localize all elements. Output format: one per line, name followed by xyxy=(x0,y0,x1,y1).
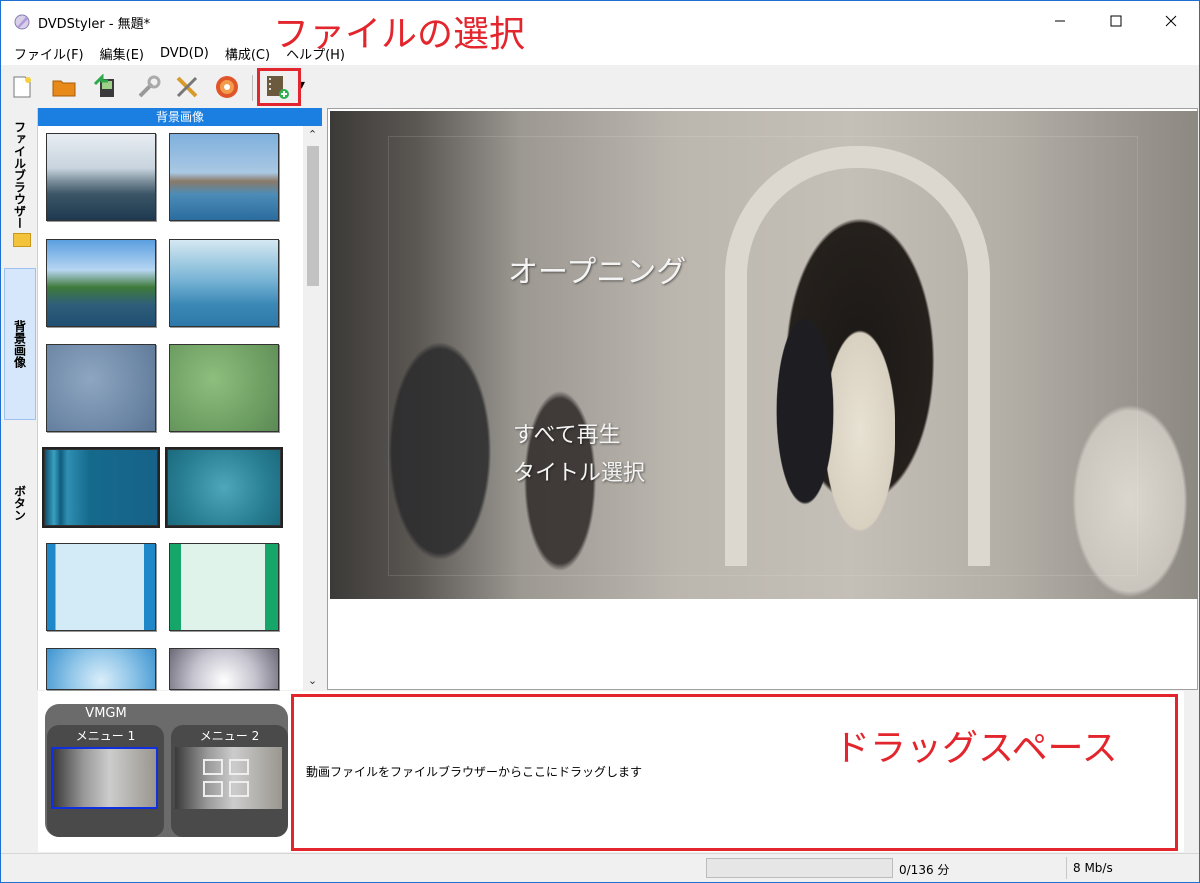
drag-hint-text: 動画ファイルをファイルブラウザーからここにドラッグします xyxy=(306,765,643,779)
background-thumbnail[interactable] xyxy=(169,543,279,631)
background-thumbnail[interactable] xyxy=(46,543,156,631)
settings-button[interactable] xyxy=(134,72,164,102)
file-select-annotation: ファイルの選択 xyxy=(273,14,526,55)
app-window: DVDStyler - 無題* ファイル(F) 編集(E) DVD(D) 構成(… xyxy=(0,0,1200,883)
scroll-down-icon[interactable]: ⌄ xyxy=(303,672,322,689)
dvdstyler-app-icon xyxy=(14,14,30,30)
tab-backgrounds[interactable]: 背景画像 xyxy=(4,268,36,420)
play-all-menu-button[interactable]: すべて再生 xyxy=(513,417,621,449)
title-select-menu-button[interactable]: タイトル選択 xyxy=(513,455,645,487)
scroll-thumb[interactable] xyxy=(307,146,319,286)
window-title: DVDStyler - 無題* xyxy=(38,17,151,32)
vmgm-group: VMGM メニュー 1 メニュー 2 xyxy=(45,704,288,837)
background-thumbnail[interactable] xyxy=(46,648,156,690)
toolbar-separator xyxy=(252,75,253,101)
sidebar-tabs: ファイルブラウザー 背景画像 ボタン xyxy=(1,108,38,690)
new-icon xyxy=(13,76,31,98)
disc-usage-progress xyxy=(706,858,893,878)
settings-icon xyxy=(138,75,161,98)
tools-button[interactable] xyxy=(172,72,202,102)
background-thumbnail[interactable] xyxy=(42,447,160,528)
button-placeholder xyxy=(203,781,223,797)
button-placeholder xyxy=(229,781,249,797)
menu-title-text[interactable]: オープニング xyxy=(508,247,686,291)
close-icon xyxy=(1165,15,1177,27)
button-placeholder xyxy=(229,759,249,775)
status-separator xyxy=(1066,857,1067,879)
menu-card-thumbnail[interactable] xyxy=(51,747,158,809)
maximize-icon xyxy=(1110,15,1122,27)
button-placeholder xyxy=(203,759,223,775)
drag-space-annotation: ドラッグスペース xyxy=(834,728,1118,769)
minimize-icon xyxy=(1055,20,1065,22)
gallery-scrollbar[interactable]: ⌃ ⌄ xyxy=(303,126,322,690)
tab-file-browser[interactable]: ファイルブラウザー xyxy=(4,120,36,230)
menu-card-label: メニュー 1 xyxy=(75,729,136,743)
menu-safe-frame xyxy=(388,136,1138,576)
menu-configure[interactable]: 構成(C) xyxy=(219,44,276,63)
minimize-button[interactable] xyxy=(1037,1,1083,41)
menu-background-photo: オープニング すべて再生 タイトル選択 xyxy=(330,111,1198,599)
title-bar: DVDStyler - 無題* xyxy=(1,1,1199,41)
maximize-button[interactable] xyxy=(1093,1,1139,41)
scroll-up-icon[interactable]: ⌃ xyxy=(303,126,322,143)
menu-card-1[interactable]: メニュー 1 xyxy=(47,725,164,837)
vmgm-label: VMGM xyxy=(85,706,127,721)
menu-card-thumbnail[interactable] xyxy=(175,747,282,809)
duration-status: 0/136 分 xyxy=(899,863,950,877)
menu-card-2[interactable]: メニュー 2 xyxy=(171,725,288,837)
tools-icon xyxy=(176,76,198,98)
tab-buttons[interactable]: ボタン xyxy=(4,448,36,558)
background-thumbnail[interactable] xyxy=(165,447,283,528)
open-project-button[interactable] xyxy=(49,72,79,102)
new-project-button[interactable] xyxy=(7,72,37,102)
drag-drop-area[interactable]: 動画ファイルをファイルブラウザーからここにドラッグします ドラッグスペース xyxy=(291,694,1178,851)
gallery-header: 背景画像 xyxy=(38,108,322,126)
open-folder-icon xyxy=(52,80,76,97)
save-icon xyxy=(93,74,114,97)
file-select-highlight xyxy=(257,68,301,106)
menu-edit[interactable]: 編集(E) xyxy=(94,44,150,63)
menu-editor-canvas[interactable]: オープニング すべて再生 タイトル選択 xyxy=(327,108,1198,690)
close-button[interactable] xyxy=(1148,1,1194,41)
panel-edge xyxy=(1184,691,1198,852)
background-thumbnail[interactable] xyxy=(46,133,156,221)
background-thumbnail[interactable] xyxy=(169,239,279,327)
background-thumbnail[interactable] xyxy=(169,344,279,432)
save-project-button[interactable] xyxy=(90,72,120,102)
burn-dvd-button[interactable] xyxy=(212,72,242,102)
folder-icon xyxy=(13,233,31,247)
menu-file[interactable]: ファイル(F) xyxy=(8,44,90,63)
status-bar: 0/136 分 8 Mb/s xyxy=(1,853,1199,882)
background-thumbnail[interactable] xyxy=(169,133,279,221)
menu-dvd[interactable]: DVD(D) xyxy=(154,46,215,61)
background-thumbnail[interactable] xyxy=(46,239,156,327)
menu-bar: ファイル(F) 編集(E) DVD(D) 構成(C) ヘルプ(H) xyxy=(1,41,1199,65)
menu-card-label: メニュー 2 xyxy=(199,729,260,743)
burn-disc-icon xyxy=(216,76,238,98)
bitrate-status: 8 Mb/s xyxy=(1073,861,1113,875)
toolbar: ▾ xyxy=(1,67,1199,107)
background-thumbnail[interactable] xyxy=(46,344,156,432)
background-thumbnail[interactable] xyxy=(169,648,279,690)
